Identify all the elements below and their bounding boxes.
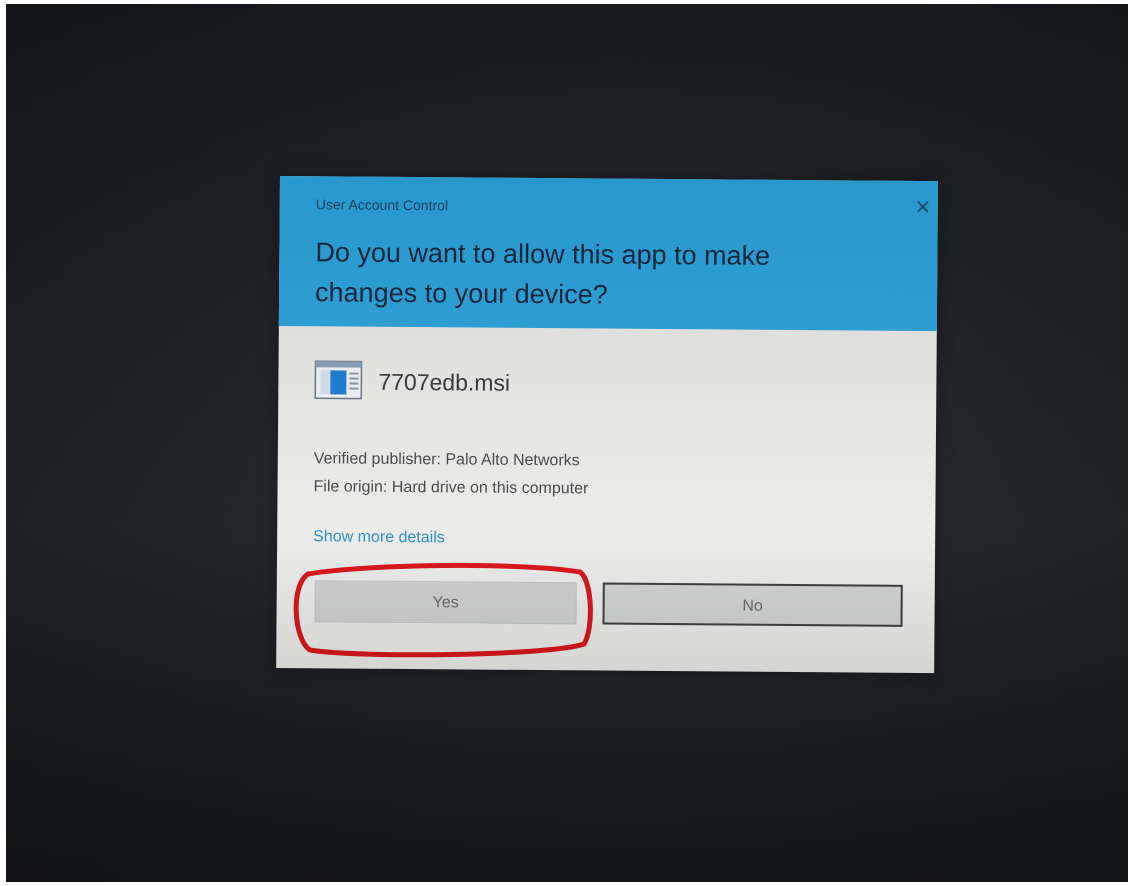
show-more-details-link[interactable]: Show more details bbox=[313, 528, 445, 547]
file-origin: File origin: Hard drive on this computer bbox=[313, 478, 589, 498]
monitor-photo-background: User Account Control ✕ Do you want to al… bbox=[6, 4, 1128, 882]
uac-header: User Account Control ✕ Do you want to al… bbox=[278, 176, 938, 332]
yes-button[interactable]: Yes bbox=[314, 580, 577, 625]
dialog-question: Do you want to allow this app to make ch… bbox=[314, 237, 771, 310]
installer-window-icon bbox=[314, 358, 363, 400]
verified-publisher: Verified publisher: Palo Alto Networks bbox=[313, 450, 580, 470]
no-button[interactable]: No bbox=[602, 582, 903, 627]
app-file-name: 7707edb.msi bbox=[378, 368, 511, 396]
close-icon[interactable]: ✕ bbox=[912, 197, 934, 219]
uac-dialog: User Account Control ✕ Do you want to al… bbox=[276, 176, 938, 674]
dialog-caption: User Account Control bbox=[315, 196, 449, 214]
